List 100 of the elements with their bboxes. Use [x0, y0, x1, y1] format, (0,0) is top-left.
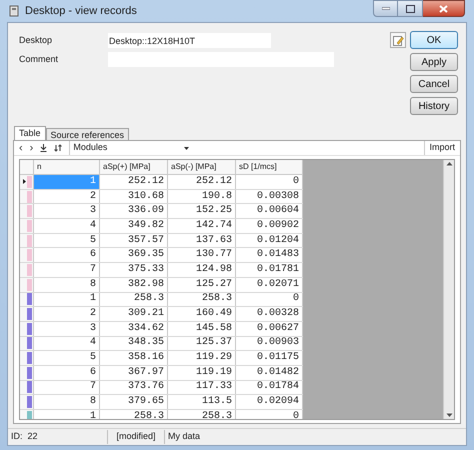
table-cell: 258.3	[168, 292, 236, 306]
table-cell: 0.01784	[236, 380, 303, 394]
table-cell: 309.21	[100, 307, 168, 321]
table-cell: 334.62	[100, 322, 168, 336]
table-cell: 1	[34, 292, 100, 306]
table-cell: 0.01175	[236, 351, 303, 365]
table-cell: 1	[34, 175, 100, 189]
table-cell: 358.16	[100, 351, 168, 365]
table-cell: 0.01483	[236, 248, 303, 262]
table-cell: 348.35	[100, 336, 168, 350]
next-button[interactable]: ›	[30, 142, 34, 154]
maximize-button[interactable]	[398, 0, 423, 17]
column-header[interactable]: aSp(-) [MPa]	[168, 160, 236, 174]
column-header[interactable]: aSp(+) [MPa]	[100, 160, 168, 174]
table-cell: 119.29	[168, 351, 236, 365]
download-icon[interactable]	[40, 144, 48, 152]
table-cell: 7	[34, 263, 100, 277]
table-cell: 6	[34, 366, 100, 380]
table-cell: 379.65	[100, 395, 168, 409]
modules-dropdown[interactable]: Modules	[69, 141, 190, 155]
table-cell: 0	[236, 410, 303, 419]
table-cell: 336.09	[100, 204, 168, 218]
table-cell: 367.97	[100, 366, 168, 380]
table-cell: 258.3	[100, 292, 168, 306]
table-cell: 142.74	[168, 219, 236, 233]
table-cell: 357.57	[100, 234, 168, 248]
table-cell: 5	[34, 351, 100, 365]
table-cell: 8	[34, 395, 100, 409]
status-id: ID: 22	[8, 430, 108, 444]
table-cell: 382.98	[100, 278, 168, 292]
table-cell: 258.3	[168, 410, 236, 419]
table-cell: 0.01781	[236, 263, 303, 277]
table-cell: 190.8	[168, 190, 236, 204]
table-cell: 145.58	[168, 322, 236, 336]
table-cell: 124.98	[168, 263, 236, 277]
minimize-icon	[382, 7, 390, 10]
table-cell: 4	[34, 336, 100, 350]
table-cell: 137.63	[168, 234, 236, 248]
tab[interactable]: Table	[14, 126, 46, 140]
table-cell: 0.00627	[236, 322, 303, 336]
table-cell: 6	[34, 248, 100, 262]
column-header[interactable]: sD [1/mcs]	[236, 160, 303, 174]
tab[interactable]: Source references	[46, 128, 130, 140]
table-cell: 2	[34, 190, 100, 204]
sort-icon[interactable]	[54, 144, 62, 152]
dialog-button[interactable]: History	[410, 97, 458, 115]
table-cell: 119.19	[168, 366, 236, 380]
table-cell: 258.3	[100, 410, 168, 419]
note-edit-icon	[392, 34, 404, 46]
table-cell: 117.33	[168, 380, 236, 394]
dialog-button[interactable]: OK	[410, 31, 458, 49]
table-cell: 369.35	[100, 248, 168, 262]
dropdown-caret-icon	[184, 146, 190, 150]
table-cell: 252.12	[100, 175, 168, 189]
table-cell: 5	[34, 234, 100, 248]
table-cell: 3	[34, 322, 100, 336]
table-cell: 0	[236, 292, 303, 306]
table-cell: 0.00308	[236, 190, 303, 204]
table-cell: 349.82	[100, 219, 168, 233]
table-cell: 373.76	[100, 380, 168, 394]
table-cell: 130.77	[168, 248, 236, 262]
text-field[interactable]: Desktop::12X18H10T	[108, 33, 271, 48]
table-cell: 125.27	[168, 278, 236, 292]
table-cell: 0.02071	[236, 278, 303, 292]
table-cell: 0.01204	[236, 234, 303, 248]
table-cell: 310.68	[100, 190, 168, 204]
previous-button[interactable]: ‹	[19, 142, 23, 154]
table-cell: 0	[236, 175, 303, 189]
table-cell: 0.00903	[236, 336, 303, 350]
dialog-button[interactable]: Cancel	[410, 75, 458, 93]
table-cell: 0.02094	[236, 395, 303, 409]
table-cell: 0.01482	[236, 366, 303, 380]
window-title: Desktop - view records	[25, 4, 137, 19]
dialog-button[interactable]: Apply	[410, 53, 458, 71]
close-icon	[439, 4, 448, 12]
import-button[interactable]: Import	[424, 141, 455, 155]
table-cell: 113.5	[168, 395, 236, 409]
scroll-down-icon[interactable]	[446, 413, 452, 418]
table-cell: 3	[34, 204, 100, 218]
table-cell: 375.33	[100, 263, 168, 277]
field-label: Desktop	[19, 34, 54, 47]
table-cell: 1	[34, 410, 100, 419]
status-source: My data	[167, 430, 200, 444]
table-cell: 160.49	[168, 307, 236, 321]
maximize-icon	[406, 4, 414, 12]
app-icon	[9, 5, 19, 17]
scroll-up-icon[interactable]	[446, 161, 452, 166]
table-cell: 252.12	[168, 175, 236, 189]
table-cell: 0.00328	[236, 307, 303, 321]
vertical-scrollbar[interactable]	[443, 160, 454, 419]
table-cell: 125.37	[168, 336, 236, 350]
table-cell: 8	[34, 278, 100, 292]
field-label: Comment	[19, 52, 60, 66]
column-header[interactable]: n	[34, 160, 100, 174]
table-cell: 152.25	[168, 204, 236, 218]
note-button[interactable]	[390, 32, 406, 48]
status-state: [modified]	[108, 430, 165, 444]
table-cell: 0.00604	[236, 204, 303, 218]
close-button[interactable]	[423, 0, 465, 17]
table-cell: 4	[34, 219, 100, 233]
